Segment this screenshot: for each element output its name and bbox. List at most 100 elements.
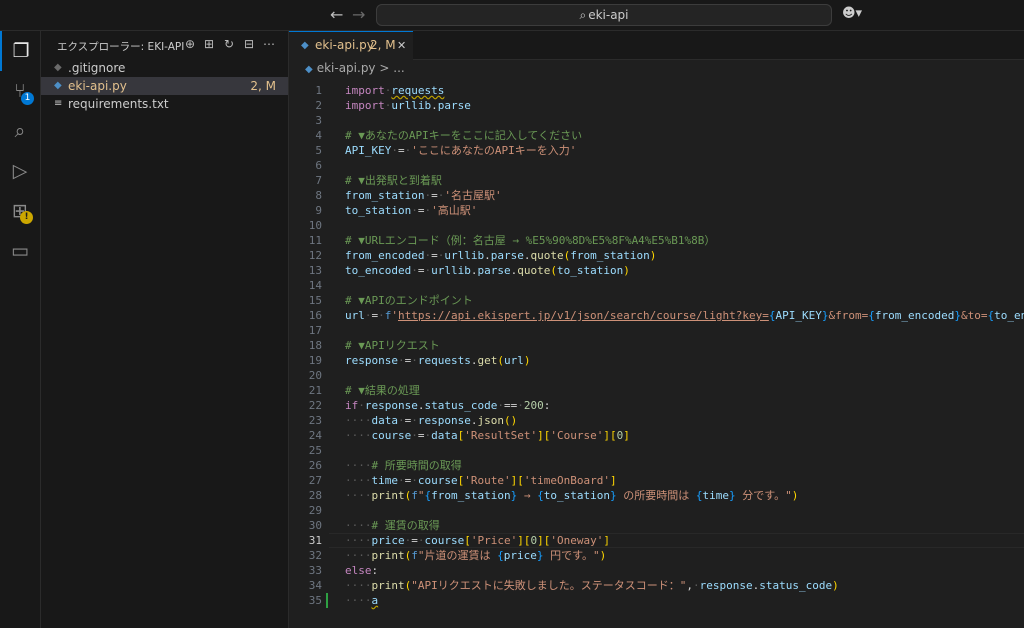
code-text: if·response.status_code·==·200: (345, 399, 551, 412)
explorer-icon[interactable]: ❐ (0, 31, 40, 71)
code-line[interactable]: 10 (289, 218, 1024, 233)
line-number: 4 (315, 129, 322, 142)
code-line[interactable]: 1 import·requests (289, 83, 1024, 98)
code-line[interactable]: 19 response·=·requests.get(url) (289, 353, 1024, 368)
code-text: # ▼URLエンコード（例：名古屋 → %E5%90%8D%E5%8F%A4%E… (345, 234, 716, 247)
line-number: 22 (308, 399, 322, 412)
code-line[interactable]: 7 # ▼出発駅と到着駅 (289, 173, 1024, 188)
git-file-icon: ◆ (54, 62, 62, 73)
code-text: from_station·=·'名古屋駅' (345, 189, 502, 202)
code-line[interactable]: 3 (289, 113, 1024, 128)
code-text: # ▼APIリクエスト (345, 339, 440, 352)
code-text: ····data·=·response.json() (345, 414, 518, 427)
code-line[interactable]: 34 ····print("APIリクエストに失敗しました。ステータスコード：",… (289, 578, 1024, 593)
search-icon[interactable]: ⌕ (0, 111, 40, 151)
code-text: ····# 所要時間の取得 (345, 459, 462, 472)
file-item[interactable]: ◆ .gitignore (41, 59, 288, 77)
forward-arrow-icon[interactable]: → (352, 6, 365, 24)
code-text: to_encoded·=·urllib.parse.quote(to_stati… (345, 264, 630, 277)
refresh-icon[interactable]: ↻ (224, 37, 234, 51)
editor-tab[interactable]: ◆ eki-api.py 2, M ✕ (289, 31, 413, 60)
new-folder-icon[interactable]: ⊞ (204, 37, 214, 51)
line-number: 2 (315, 99, 322, 112)
collapse-all-icon[interactable]: ⊟ (244, 37, 254, 51)
file-status: 2, M (250, 79, 276, 93)
code-text: # ▼出発駅と到着駅 (345, 174, 442, 187)
line-number: 20 (308, 369, 322, 382)
code-text: API_KEY·=·'ここにあなたのAPIキーを入力' (345, 144, 577, 157)
code-line[interactable]: 22 if·response.status_code·==·200: (289, 398, 1024, 413)
code-line[interactable]: 6 (289, 158, 1024, 173)
text-file-icon: ≡ (54, 98, 63, 109)
file-item-selected[interactable]: ◆ eki-api.py 2, M (41, 77, 288, 95)
source-control-icon[interactable]: ⑂ 1 (0, 71, 40, 111)
remote-explorer-icon[interactable]: ▭ (0, 231, 40, 271)
copilot-icon[interactable]: ☻▾ (842, 6, 862, 21)
line-number: 5 (315, 144, 322, 157)
code-line[interactable]: 35 ····a (289, 593, 1024, 608)
line-number: 12 (308, 249, 322, 262)
code-line[interactable]: 28 ····print(f"{from_station} → {to_stati… (289, 488, 1024, 503)
git-added-marker (326, 593, 328, 608)
code-text: ····a (345, 594, 379, 607)
code-line[interactable]: 26 ····# 所要時間の取得 (289, 458, 1024, 473)
line-number: 21 (308, 384, 322, 397)
code-line[interactable]: 5 API_KEY·=·'ここにあなたのAPIキーを入力' (289, 143, 1024, 158)
code-line[interactable]: 30 ····# 運賃の取得 (289, 518, 1024, 533)
code-line[interactable]: 11 # ▼URLエンコード（例：名古屋 → %E5%90%8D%E5%8F%A4… (289, 233, 1024, 248)
code-line[interactable]: 12 from_encoded·=·urllib.parse.quote(from… (289, 248, 1024, 263)
new-file-icon[interactable]: ⊕ (185, 37, 195, 51)
code-line[interactable]: 9 to_station·=·'高山駅' (289, 203, 1024, 218)
explorer-sidebar: エクスプローラー: EKI-API ⊕ ⊞ ↻ ⊟ ⋯ ◆ .gitignore… (41, 31, 289, 628)
warning-icon: ! (20, 211, 33, 224)
code-text: ····print(f"{from_station} → {to_station… (345, 489, 799, 502)
breadcrumb[interactable]: ◆ eki-api.py > ... (305, 60, 405, 76)
close-icon[interactable]: ✕ (397, 32, 406, 59)
code-line[interactable]: 15 # ▼APIのエンドポイント (289, 293, 1024, 308)
code-line[interactable]: 21 # ▼結果の処理 (289, 383, 1024, 398)
code-line[interactable]: 14 (289, 278, 1024, 293)
extensions-icon[interactable]: ⊞! (0, 191, 40, 231)
code-line[interactable]: 27 ····time·=·course['Route']['timeOnBoar… (289, 473, 1024, 488)
code-line[interactable]: 23 ····data·=·response.json() (289, 413, 1024, 428)
line-number: 8 (315, 189, 322, 202)
code-line[interactable]: 20 (289, 368, 1024, 383)
tab-bar: ◆ eki-api.py 2, M ✕ (289, 31, 1024, 60)
code-text: # ▼APIのエンドポイント (345, 294, 473, 307)
code-text: from_encoded·=·urllib.parse.quote(from_s… (345, 249, 657, 262)
code-line[interactable]: 17 (289, 323, 1024, 338)
code-editor[interactable]: 1 import·requests 2 import·urllib.parse 3 4 # … (289, 76, 1024, 628)
code-text: ····# 運賃の取得 (345, 519, 440, 532)
command-center-search[interactable]: ⌕ eki-api (376, 4, 832, 26)
line-number: 11 (308, 234, 322, 247)
file-item[interactable]: ≡ requirements.txt (41, 95, 288, 113)
code-line[interactable]: 32 ····print(f"片道の運賃は {price} 円です。") (289, 548, 1024, 563)
line-number: 6 (315, 159, 322, 172)
run-debug-icon[interactable]: ▷ (0, 151, 40, 191)
code-line[interactable]: 33 else: (289, 563, 1024, 578)
code-line[interactable]: 2 import·urllib.parse (289, 98, 1024, 113)
line-number: 16 (308, 309, 322, 322)
code-line[interactable]: 4 # ▼あなたのAPIキーをここに記入してください (289, 128, 1024, 143)
code-line[interactable]: 31 ····price·=·course['Price'][0]['Oneway… (289, 533, 1024, 548)
code-line[interactable]: 18 # ▼APIリクエスト (289, 338, 1024, 353)
back-arrow-icon[interactable]: ← (330, 6, 343, 24)
code-line[interactable]: 13 to_encoded·=·urllib.parse.quote(to_sta… (289, 263, 1024, 278)
code-line[interactable]: 25 (289, 443, 1024, 458)
line-number: 27 (308, 474, 322, 487)
code-text: import·urllib.parse (345, 99, 471, 112)
line-number: 15 (308, 294, 322, 307)
code-line[interactable]: 29 (289, 503, 1024, 518)
code-text: ····print("APIリクエストに失敗しました。ステータスコード：",·r… (345, 579, 839, 592)
line-number: 32 (308, 549, 322, 562)
search-icon: ⌕ (579, 8, 587, 22)
line-number: 10 (308, 219, 322, 232)
scm-badge: 1 (21, 92, 34, 105)
code-line[interactable]: 24 ····course·=·data['ResultSet']['Course… (289, 428, 1024, 443)
code-line[interactable]: 8 from_station·=·'名古屋駅' (289, 188, 1024, 203)
code-line[interactable]: 16 url·=·f'https://api.ekispert.jp/v1/jso… (289, 308, 1024, 323)
line-number: 3 (315, 114, 322, 127)
more-actions-icon[interactable]: ⋯ (263, 37, 275, 51)
line-number: 29 (308, 504, 322, 517)
line-number: 26 (308, 459, 322, 472)
